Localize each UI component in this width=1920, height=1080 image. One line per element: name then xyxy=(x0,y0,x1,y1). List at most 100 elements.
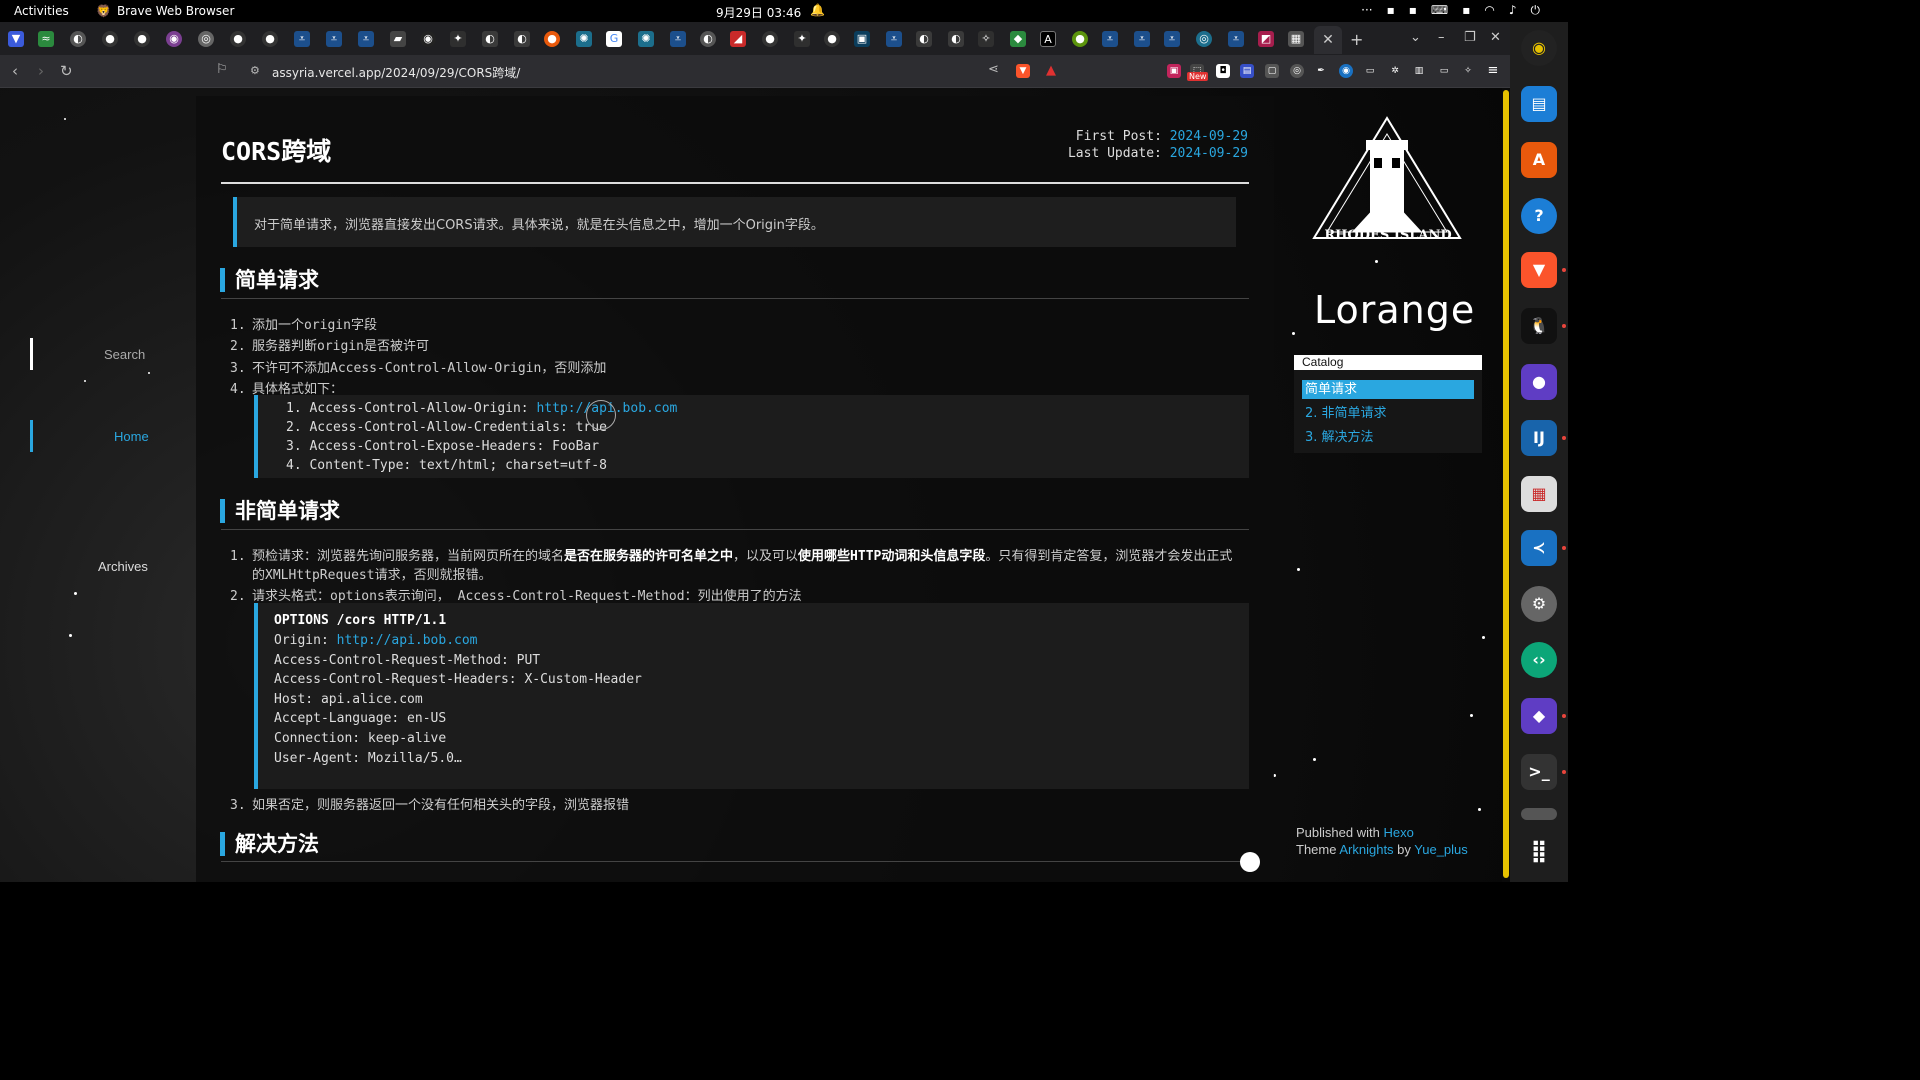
bookmark-icon[interactable]: ⚐ xyxy=(216,62,228,77)
forward-icon[interactable]: › xyxy=(38,62,44,80)
tab-favicon[interactable]: ▼ xyxy=(8,31,24,47)
extension-icon[interactable]: ▤ xyxy=(1240,64,1254,78)
last-update-date[interactable]: 2024-09-29 xyxy=(1170,146,1248,161)
tab-favicon[interactable]: ◐ xyxy=(700,31,716,47)
vscode-icon[interactable]: ≺ xyxy=(1521,530,1557,566)
extension-icon[interactable]: ◘ xyxy=(1216,64,1230,78)
extension-icon[interactable]: ▢ xyxy=(1265,64,1279,78)
github-icon[interactable]: ● xyxy=(262,31,278,47)
back-icon[interactable]: ‹ xyxy=(12,62,18,80)
obsidian-icon[interactable]: ◆ xyxy=(1521,698,1557,734)
volume-icon[interactable]: ♪ xyxy=(1509,3,1517,18)
wallet-icon[interactable]: ▭ xyxy=(1437,64,1451,78)
reload-icon[interactable]: ↻ xyxy=(60,62,73,80)
tab-close-icon[interactable]: ✕ xyxy=(1314,26,1342,54)
settings-gear-icon[interactable]: ⚙ xyxy=(1521,586,1557,622)
github-icon[interactable]: ● xyxy=(230,31,246,47)
tab-favicon[interactable]: ▦ xyxy=(1288,31,1304,47)
tab-favicon[interactable]: ◐ xyxy=(514,31,530,47)
tab-favicon[interactable]: ◢ xyxy=(730,31,746,47)
author-link[interactable]: Yue_plus xyxy=(1414,842,1468,857)
rhodes-island-logo[interactable] xyxy=(1312,114,1462,242)
extension-icon[interactable]: ◎ xyxy=(1290,64,1304,78)
rhythmbox-icon[interactable]: ◉ xyxy=(1521,30,1557,66)
brave-shields-icon[interactable]: ▼ xyxy=(1016,64,1030,78)
tab-favicon[interactable]: ⩡ xyxy=(1228,31,1244,47)
remote-desktop-icon[interactable]: ‹› xyxy=(1521,642,1557,678)
document-viewer-icon[interactable]: ▦ xyxy=(1521,476,1557,512)
close-window-icon[interactable]: ✕ xyxy=(1490,30,1501,45)
toc-item-simple[interactable]: 简单请求 xyxy=(1302,380,1474,399)
menu-icon[interactable]: ≡ xyxy=(1486,64,1500,78)
activities-button[interactable]: Activities xyxy=(14,4,69,18)
tab-favicon[interactable]: ◩ xyxy=(1258,31,1274,47)
tab-favicon[interactable]: ◎ xyxy=(198,31,214,47)
show-apps-grid-icon[interactable]: ⣿ xyxy=(1521,834,1557,870)
extension-icon[interactable]: ▣ xyxy=(1167,64,1181,78)
address-bar[interactable]: ⚙ assyria.vercel.app/2024/09/29/CORS跨域/ xyxy=(240,59,1070,85)
site-brand[interactable]: Lorange xyxy=(1314,288,1475,332)
tab-favicon[interactable]: ⩡ xyxy=(886,31,902,47)
page-scrollbar[interactable] xyxy=(1502,88,1510,882)
maximize-icon[interactable]: ❐ xyxy=(1464,30,1476,45)
toc-item-non-simple[interactable]: 2. 非简单请求 xyxy=(1302,404,1474,423)
leo-ai-icon[interactable]: ✧ xyxy=(1461,64,1475,78)
site-info-icon[interactable]: ⚙ xyxy=(250,64,260,77)
reddit-icon[interactable]: ● xyxy=(544,31,560,47)
tab-favicon[interactable]: ✧ xyxy=(978,31,994,47)
github-icon[interactable]: ● xyxy=(102,31,118,47)
brave-rewards-icon[interactable]: ▲ xyxy=(1044,64,1058,78)
sidebar-toggle-icon[interactable]: ▥ xyxy=(1412,64,1426,78)
tab-favicon[interactable]: ▣ xyxy=(854,31,870,47)
overflow-dots-icon[interactable]: ··· xyxy=(1361,3,1372,18)
extension-icon[interactable]: ▭ xyxy=(1363,64,1377,78)
help-icon[interactable]: ? xyxy=(1521,198,1557,234)
intellij-icon[interactable]: IJ xyxy=(1521,420,1557,456)
terminal-icon[interactable]: >_ xyxy=(1521,754,1557,790)
dark-mode-toggle-icon[interactable] xyxy=(1240,852,1260,872)
tab-favicon[interactable]: ◐ xyxy=(916,31,932,47)
keyboard-icon[interactable]: ⌨ xyxy=(1431,3,1448,18)
extension-icon[interactable]: ✒ xyxy=(1314,64,1328,78)
tab-favicon[interactable]: ◉ xyxy=(420,31,436,47)
tab-favicon[interactable]: ⩡ xyxy=(358,31,374,47)
tab-favicon[interactable]: ✺ xyxy=(638,31,654,47)
tab-favicon[interactable]: ⩡ xyxy=(1134,31,1150,47)
toc-item-solution[interactable]: 3. 解决方法 xyxy=(1302,428,1474,447)
app-center-icon[interactable]: A xyxy=(1521,142,1557,178)
wifi-icon[interactable]: ◠ xyxy=(1484,3,1494,18)
minimize-icon[interactable]: – xyxy=(1438,30,1445,45)
tab-list-chevron-icon[interactable]: ⌄ xyxy=(1410,30,1421,45)
tab-favicon[interactable]: ◎ xyxy=(1196,31,1212,47)
url-text[interactable]: assyria.vercel.app/2024/09/29/CORS跨域/ xyxy=(272,64,520,81)
clock[interactable]: 9月29日 03:46 xyxy=(716,4,801,21)
tab-favicon[interactable]: ◆ xyxy=(1010,31,1026,47)
tab-favicon[interactable]: ⩡ xyxy=(1164,31,1180,47)
tray-app-icon[interactable]: ▪ xyxy=(1409,3,1417,18)
new-tab-button[interactable]: + xyxy=(1350,30,1363,49)
github-icon[interactable]: ● xyxy=(762,31,778,47)
share-icon[interactable]: ⋖ xyxy=(988,62,999,77)
tab-favicon[interactable]: ✦ xyxy=(450,31,466,47)
github-icon[interactable]: ● xyxy=(134,31,150,47)
tab-favicon[interactable]: ✺ xyxy=(576,31,592,47)
tab-favicon[interactable]: ⩡ xyxy=(670,31,686,47)
brave-browser-icon[interactable]: ▼ xyxy=(1521,252,1557,288)
app-menu[interactable]: 🦁 Brave Web Browser xyxy=(96,4,234,18)
home-link[interactable]: Home xyxy=(114,429,149,444)
tab-favicon[interactable]: ⩡ xyxy=(326,31,342,47)
tray-app-icon[interactable]: ▪ xyxy=(1462,3,1470,18)
archives-link[interactable]: Archives xyxy=(98,559,148,574)
code-link[interactable]: http://api.bob.com xyxy=(337,633,478,648)
scrollbar-thumb[interactable] xyxy=(1503,90,1509,878)
tab-favicon[interactable]: ◉ xyxy=(166,31,182,47)
tab-favicon[interactable]: ◐ xyxy=(70,31,86,47)
tab-favicon[interactable]: ◐ xyxy=(482,31,498,47)
github-icon[interactable]: ● xyxy=(824,31,840,47)
trash-icon[interactable] xyxy=(1521,808,1557,820)
system-tray[interactable]: ··· ▪ ▪ ⌨ ▪ ◠ ♪ ⏻ xyxy=(1361,3,1540,18)
qq-penguin-icon[interactable]: 🐧 xyxy=(1521,308,1557,344)
extension-icon[interactable]: ◉ xyxy=(1339,64,1353,78)
writer-icon[interactable]: ▤ xyxy=(1521,86,1557,122)
notification-bell-icon[interactable]: 🔔 xyxy=(810,3,825,17)
